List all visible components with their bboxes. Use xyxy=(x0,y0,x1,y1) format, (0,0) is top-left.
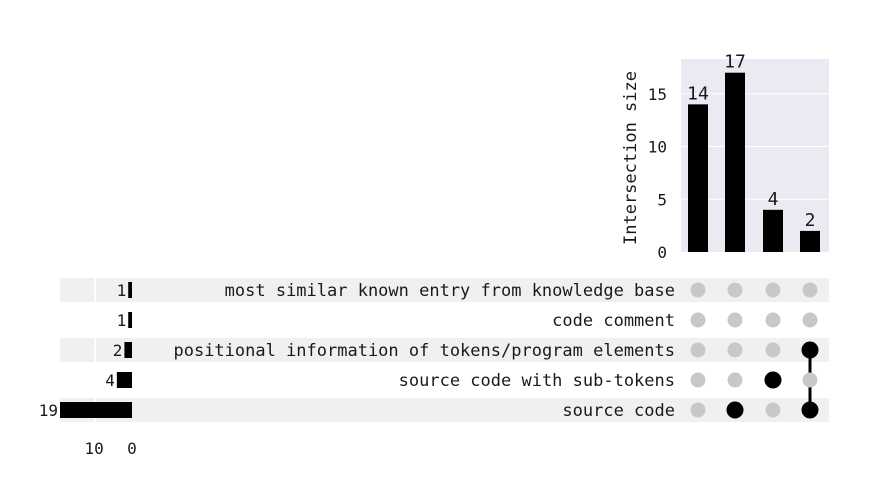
intersection-bar-label: 4 xyxy=(768,189,779,210)
row-shade xyxy=(60,398,829,422)
matrix-dot-inactive xyxy=(727,372,743,388)
set-size-tick-label: 0 xyxy=(127,439,137,458)
intersection-bar-label: 14 xyxy=(687,83,709,104)
y-tick-label: 5 xyxy=(657,190,667,209)
set-size-label: 1 xyxy=(117,311,127,330)
y-tick-label: 10 xyxy=(648,138,667,157)
intersection-bar xyxy=(688,104,708,252)
set-size-bar xyxy=(60,402,132,418)
set-size-bar xyxy=(128,282,132,298)
matrix-dot-active xyxy=(801,341,819,359)
set-size-label: 19 xyxy=(39,401,58,420)
y-tick-label: 15 xyxy=(648,85,667,104)
set-size-label: 2 xyxy=(113,341,123,360)
set-size-bar xyxy=(116,372,132,388)
y-tick-label: 0 xyxy=(657,243,667,262)
matrix-dot-inactive xyxy=(765,342,781,358)
matrix-dot-active xyxy=(801,401,819,419)
matrix-dot-inactive xyxy=(765,402,781,418)
set-name: source code xyxy=(562,401,675,421)
matrix-dot-inactive xyxy=(690,312,706,328)
set-size-ticks: 10 0 xyxy=(84,439,136,458)
matrix-dot-inactive xyxy=(765,282,781,298)
intersection-bar xyxy=(725,72,745,252)
matrix-dot-inactive xyxy=(727,282,743,298)
matrix-dot-inactive xyxy=(802,312,818,328)
matrix-dot-inactive xyxy=(765,312,781,328)
set-name: most similar known entry from knowledge … xyxy=(225,281,675,301)
set-size-label: 4 xyxy=(105,371,115,390)
matrix-dot-active xyxy=(764,371,782,389)
matrix-dot-inactive xyxy=(690,342,706,358)
intersection-bar-label: 17 xyxy=(724,52,746,73)
matrix-dot-inactive xyxy=(727,342,743,358)
matrix-dot-inactive xyxy=(727,312,743,328)
set-name: source code with sub-tokens xyxy=(399,371,675,391)
upset-chart: 0 5 10 15 Intersection size 14 17 4 2 1 1 2 4 19 m… xyxy=(39,52,829,458)
set-name: code comment xyxy=(552,311,675,331)
intersection-y-axis-label: Intersection size xyxy=(621,71,641,245)
matrix-dot-inactive xyxy=(690,402,706,418)
set-size-bar xyxy=(124,342,132,358)
matrix-dot-inactive xyxy=(802,282,818,298)
intersection-bar-label: 2 xyxy=(805,210,816,231)
matrix-dot-inactive xyxy=(802,372,818,388)
intersection-bar xyxy=(763,209,783,252)
set-size-label: 1 xyxy=(117,281,127,300)
matrix-dot-inactive xyxy=(690,282,706,298)
intersection-y-ticks: 0 5 10 15 xyxy=(648,85,667,262)
matrix-dot-inactive xyxy=(690,372,706,388)
set-name: positional information of tokens/program… xyxy=(173,341,675,361)
intersection-bar xyxy=(800,230,820,252)
set-size-tick-label: 10 xyxy=(84,439,103,458)
set-size-bar xyxy=(128,312,132,328)
matrix-dot-active xyxy=(726,401,744,419)
